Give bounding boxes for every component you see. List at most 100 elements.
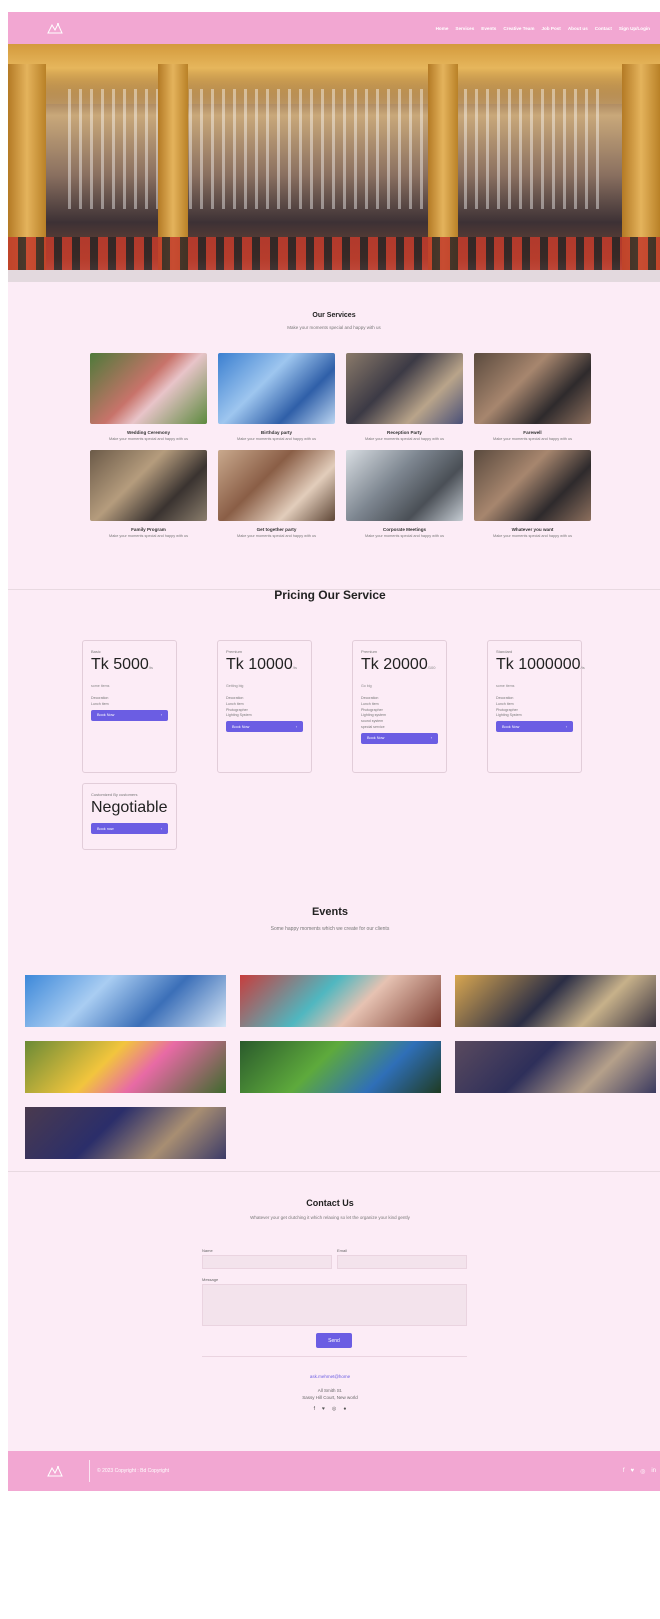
name-input[interactable]	[202, 1255, 332, 1269]
contact-subtitle: Whatever your get clutching it which rel…	[250, 1215, 410, 1220]
plan-feature: Lunch item	[91, 701, 109, 706]
service-image	[474, 450, 591, 521]
nav-links: Home Services Events Creative Team Job P…	[436, 26, 650, 31]
facebook-icon[interactable]: f	[623, 1468, 625, 1475]
plan-name: Premium	[361, 649, 378, 654]
plan-note: Getting big	[226, 684, 244, 688]
chevron-right-icon: ›	[565, 724, 567, 729]
nav-job-post[interactable]: Job Post	[541, 26, 560, 31]
book-now-button[interactable]: Book Now ›	[91, 709, 168, 721]
plan-note: some items	[496, 684, 515, 688]
pinterest-icon[interactable]: ●	[343, 1406, 346, 1412]
service-desc: Make your moments special and happy with…	[237, 437, 316, 441]
email-label: Email	[337, 1248, 348, 1253]
service-desc: Make your moments special and happy with…	[109, 437, 188, 441]
plan-features: Decoration Lunch item	[91, 696, 168, 708]
nav-contact[interactable]: Contact	[595, 26, 612, 31]
service-card[interactable]: Get together party Make your moments spe…	[218, 450, 335, 538]
event-image-holud[interactable]	[25, 1041, 226, 1093]
service-desc: Make your moments special and happy with…	[365, 534, 444, 538]
instagram-icon[interactable]: ◎	[332, 1406, 336, 1412]
book-now-button[interactable]: Book Now ›	[361, 732, 438, 744]
service-image	[90, 353, 207, 424]
contact-email[interactable]: ask.mehmet@home	[0, 1374, 660, 1379]
contact-address-1: All Smith St.	[317, 1388, 343, 1393]
plan-features: Decoration Lunch item Photographer Light…	[226, 696, 303, 719]
events-subtitle: Some happy moments which we create for o…	[270, 926, 390, 932]
name-label: Name	[202, 1248, 213, 1253]
event-image-cake[interactable]	[240, 975, 441, 1027]
plan-name: Basic	[91, 649, 101, 654]
event-image-garden[interactable]	[240, 1041, 441, 1093]
email-input[interactable]	[337, 1255, 467, 1269]
service-title: Family Program	[131, 527, 166, 532]
plan-price: Negotiable	[91, 799, 168, 816]
plan-per: /100	[427, 665, 436, 670]
price-card-standard: Standard Tk 1000000/ts some items Decora…	[487, 640, 585, 773]
book-now-button[interactable]: Book Now ›	[496, 721, 573, 733]
nav-about[interactable]: About us	[568, 26, 588, 31]
service-card[interactable]: Wedding Ceremony Make your moments speci…	[90, 353, 207, 441]
service-image	[346, 450, 463, 521]
twitter-icon[interactable]: ♥	[322, 1406, 325, 1412]
service-card[interactable]: Farewell Make your moments special and h…	[474, 353, 591, 441]
plan-per: /ts	[148, 665, 154, 670]
plan-feature: Lighting System	[496, 713, 522, 718]
plan-feature: Lighting System	[226, 713, 252, 718]
nav-creative-team[interactable]: Creative Team	[503, 26, 534, 31]
service-image	[90, 450, 207, 521]
nav-signup-login[interactable]: Sign Up/Login	[619, 26, 650, 31]
services-subtitle: Make your moments special and happy with…	[287, 325, 381, 330]
service-card[interactable]: Corporate Meetings Make your moments spe…	[346, 450, 463, 538]
hero-image	[8, 44, 660, 282]
nav-home[interactable]: Home	[436, 26, 449, 31]
linkedin-icon[interactable]: in	[651, 1468, 656, 1475]
contact-social-row: f ♥ ◎ ●	[0, 1406, 660, 1412]
book-now-button[interactable]: Book now ›	[91, 823, 168, 834]
event-image-meeting[interactable]	[25, 1107, 226, 1159]
event-image-dinner[interactable]	[455, 1041, 656, 1093]
logo-icon[interactable]	[46, 21, 64, 35]
service-desc: Make your moments special and happy with…	[493, 437, 572, 441]
message-textarea[interactable]	[202, 1284, 467, 1326]
events-title: Events	[311, 906, 349, 918]
book-now-button[interactable]: Book Now ›	[226, 721, 303, 733]
service-image	[474, 353, 591, 424]
nav-events[interactable]: Events	[481, 26, 496, 31]
event-image-hall[interactable]	[455, 975, 656, 1027]
plan-name: Standard	[496, 649, 513, 654]
hero-floor	[8, 270, 660, 282]
facebook-icon[interactable]: f	[314, 1406, 315, 1412]
twitter-icon[interactable]: ♥	[631, 1468, 635, 1475]
hero-flowers	[68, 89, 600, 209]
plan-price: Tk 10000/ts	[226, 656, 297, 673]
service-card[interactable]: Family Program Make your moments special…	[90, 450, 207, 538]
send-button[interactable]: Send	[316, 1333, 352, 1348]
price-card-premium: Premium Tk 10000/ts Getting big Decorati…	[217, 640, 312, 773]
service-image	[218, 353, 335, 424]
nav-services[interactable]: Services	[455, 26, 474, 31]
plan-name: Customized By customers	[91, 792, 138, 797]
plan-note: Go big	[361, 684, 372, 688]
service-desc: Make your moments special and happy with…	[365, 437, 444, 441]
instagram-icon[interactable]: ◎	[640, 1468, 645, 1475]
price-card-basic: Basic Tk 5000/ts some items Decoration L…	[82, 640, 177, 773]
plan-features: Decoration Lunch item Photographer Light…	[496, 696, 573, 719]
service-title: Get together party	[256, 527, 297, 532]
contact-address-2: Sassy Hill Court, New world	[302, 1395, 358, 1400]
logo-icon[interactable]	[46, 1464, 64, 1478]
event-image-birthday[interactable]	[25, 975, 226, 1027]
plan-name: Premium	[226, 649, 243, 654]
section-divider	[8, 1171, 660, 1172]
footer: © 2023 Copyright : Bd Copyright f ♥ ◎ in	[8, 1451, 660, 1491]
service-card[interactable]: Whatever you want Make your moments spec…	[474, 450, 591, 538]
service-card[interactable]: Birthday party Make your moments special…	[218, 353, 335, 441]
service-title: Whatever you want	[511, 527, 554, 532]
price-card-custom: Customized By customers Negotiable Book …	[82, 783, 177, 850]
plan-price: Tk 20000/100	[361, 656, 436, 673]
service-card[interactable]: Reception Party Make your moments specia…	[346, 353, 463, 441]
services-title: Our Services	[312, 312, 356, 319]
chevron-right-icon: ›	[160, 826, 162, 831]
contact-title: Contact Us	[306, 1198, 354, 1208]
service-title: Reception Party	[387, 430, 422, 435]
